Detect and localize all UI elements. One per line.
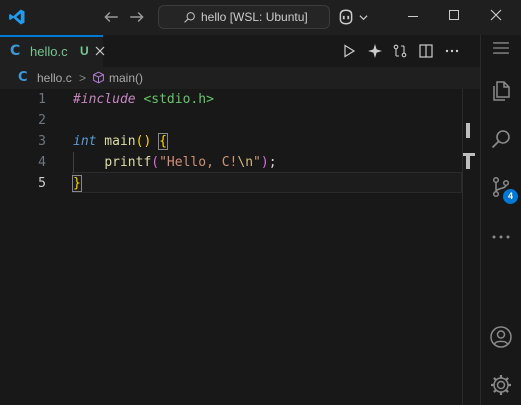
breadcrumb: C hello.c > main() (0, 67, 480, 89)
line-number: 3 (38, 134, 46, 149)
code-line-1: #include <stdio.h> (73, 92, 214, 107)
activity-bar: 4 (480, 35, 521, 405)
minimize-icon[interactable] (408, 16, 418, 17)
close-icon[interactable] (490, 9, 502, 21)
type-keyword: int (73, 134, 97, 149)
paren-close: ) (260, 155, 269, 170)
tab-close-icon[interactable] (95, 46, 105, 56)
scrollbar-marker (466, 123, 470, 138)
string-literal: "Hello, C! (159, 155, 238, 170)
search-icon (184, 12, 195, 23)
untracked-badge: U (80, 44, 89, 58)
current-line-highlight (72, 172, 462, 193)
tab-label: hello.c (30, 44, 68, 59)
c-file-icon: C (10, 43, 21, 59)
brace-open: { (158, 133, 168, 150)
breadcrumb-c-file-icon: C (18, 70, 28, 85)
code-editor[interactable]: 1 2 3 4 5 #include <stdio.h> int main() … (0, 89, 480, 405)
function-name: main (96, 134, 136, 149)
editor-tab-bar: C hello.c U (0, 35, 480, 67)
code-line-4: printf("Hello, C!\n"); (73, 155, 277, 170)
line-number: 4 (38, 155, 46, 170)
compare-changes-icon[interactable] (392, 43, 408, 59)
code-line-3: int main() { (73, 133, 168, 150)
arrow-left-icon[interactable] (102, 8, 120, 26)
title-bar: hello [WSL: Ubuntu] (0, 0, 521, 35)
chevron-down-icon (359, 15, 368, 21)
semicolon: ; (268, 155, 277, 170)
source-control-badge: 4 (503, 189, 518, 204)
extensions-more-icon[interactable] (489, 225, 513, 249)
symbol-method-icon (93, 71, 104, 84)
code-line-5: } (72, 175, 82, 192)
account-icon[interactable] (489, 325, 513, 349)
include-header: <stdio.h> (135, 92, 214, 107)
copilot-icon (339, 9, 353, 25)
tab-hello-c[interactable]: C hello.c U (0, 35, 105, 67)
line-number-current: 5 (38, 176, 46, 191)
breadcrumb-symbol[interactable]: main() (109, 71, 143, 85)
scrollbar-marker (466, 153, 470, 169)
paren-open: ( (151, 155, 160, 170)
copilot-menu-button[interactable] (337, 7, 371, 27)
split-editor-icon[interactable] (418, 43, 434, 59)
string-quote: " (253, 155, 261, 170)
line-number: 2 (38, 113, 46, 128)
more-actions-icon[interactable] (444, 43, 460, 59)
arrow-right-icon[interactable] (128, 8, 146, 26)
function-call: printf (104, 155, 152, 170)
sparkle-icon[interactable] (367, 43, 383, 59)
maximize-icon[interactable] (449, 10, 459, 20)
settings-gear-icon[interactable] (489, 373, 513, 397)
include-directive: #include (73, 92, 136, 107)
escape-sequence: \n (237, 155, 254, 170)
command-center-text: hello [WSL: Ubuntu] (201, 10, 308, 24)
vscode-logo-icon[interactable] (8, 8, 26, 26)
menu-icon[interactable] (492, 39, 510, 57)
breadcrumb-file[interactable]: hello.c (37, 71, 72, 85)
brace-close: } (72, 175, 82, 192)
line-number: 1 (38, 92, 46, 107)
explorer-icon[interactable] (489, 79, 513, 103)
breadcrumb-separator: > (79, 71, 87, 85)
run-icon[interactable] (341, 43, 357, 59)
command-center-search[interactable]: hello [WSL: Ubuntu] (158, 5, 330, 29)
search-icon[interactable] (489, 127, 513, 151)
